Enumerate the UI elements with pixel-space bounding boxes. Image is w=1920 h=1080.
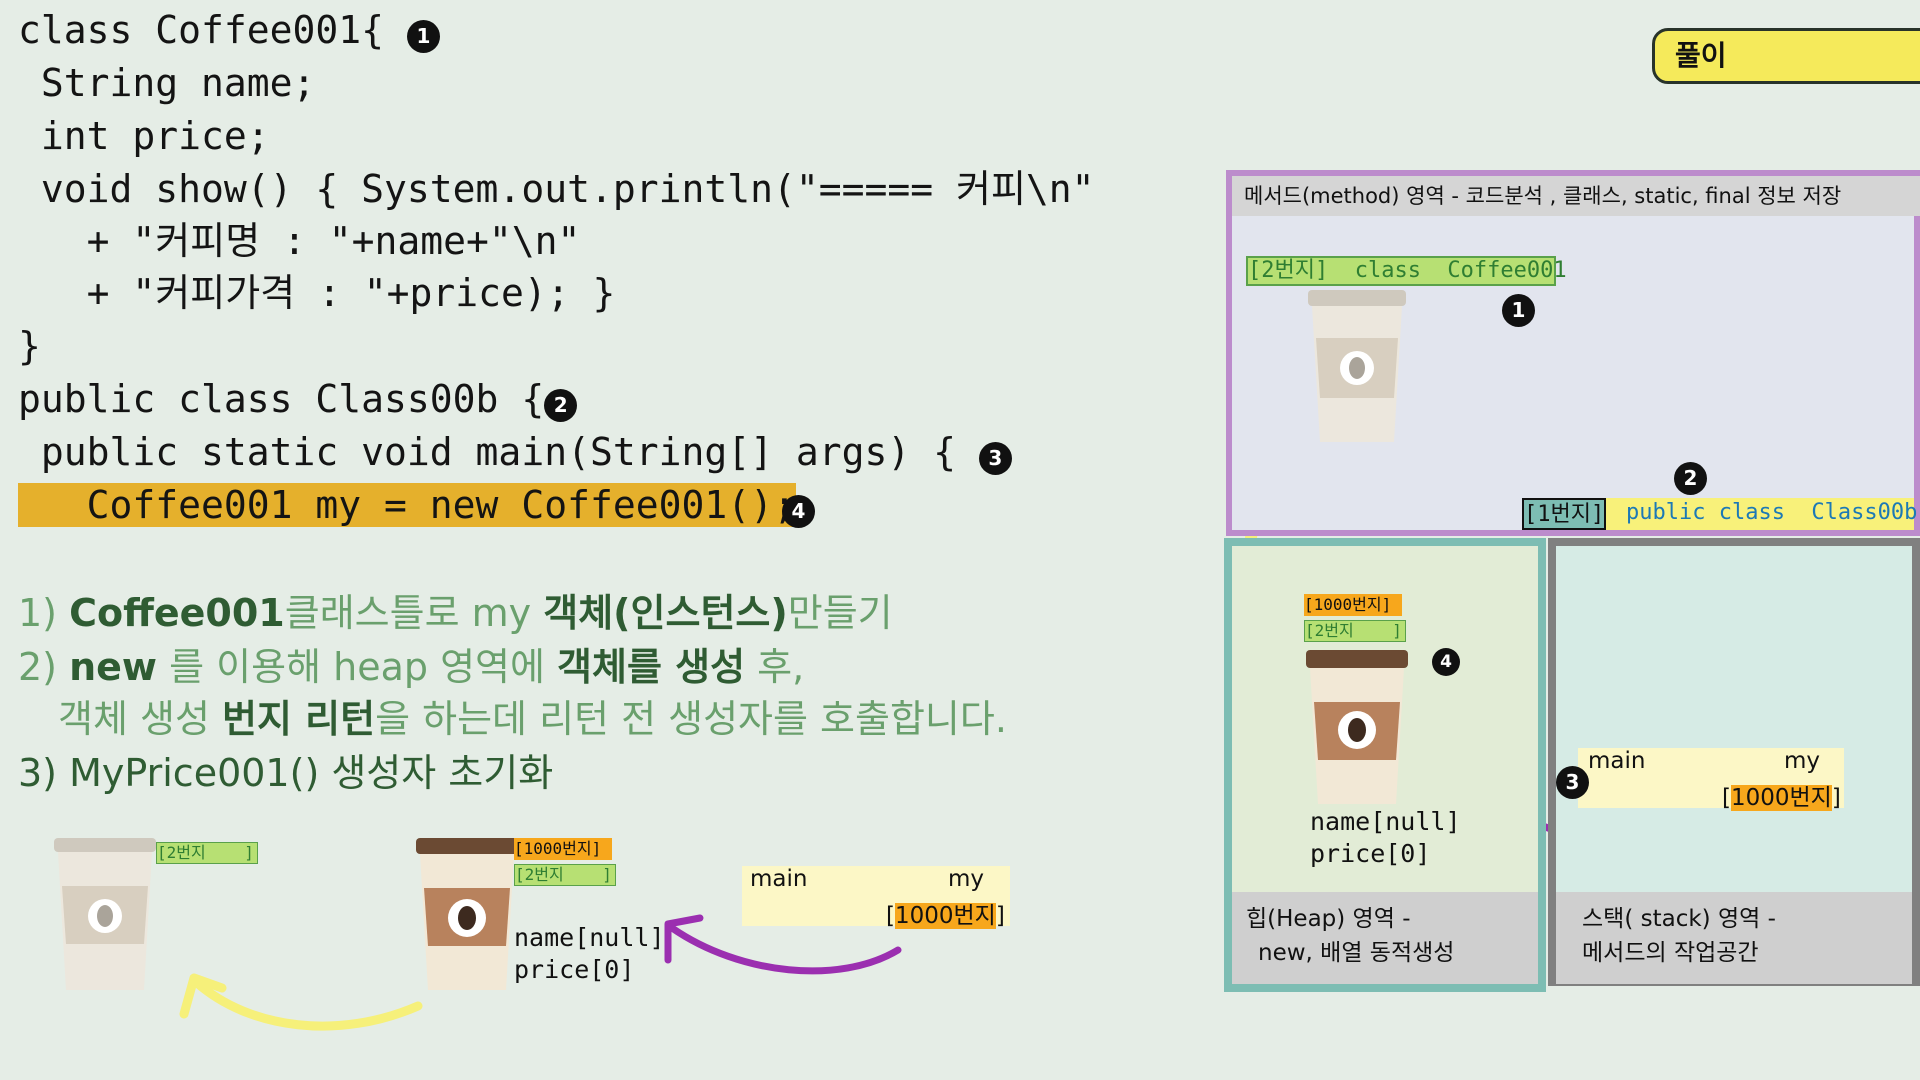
main-address-tag: [1번지]: [1522, 498, 1606, 530]
heap-fields: name[null] price[0]: [1310, 806, 1461, 870]
method-class-tag: [2번지] class Coffee001: [1246, 256, 1567, 286]
heap-area-footer: 힙(Heap) 영역 - new, 배열 동적생성: [1232, 892, 1538, 984]
stack-var-address: [1000번지]: [1722, 785, 1841, 811]
heap-class-tag: [2번지 ]: [1304, 620, 1406, 642]
heap-footer-line-1: 힙(Heap) 영역 -: [1246, 906, 1411, 932]
heap-footer-line-2: new, 배열 동적생성: [1258, 940, 1455, 966]
field-price: price[0]: [1310, 839, 1431, 868]
method-marker-2: 2: [1674, 462, 1707, 495]
stack-var-main: main: [1588, 748, 1646, 774]
coffee-cup-faded-icon: [1308, 290, 1406, 442]
method-area-header: 메서드(method) 영역 - 코드분석 , 클래스, static, fin…: [1232, 176, 1920, 216]
method-marker-1: 1: [1502, 294, 1535, 327]
field-name: name[null]: [1310, 807, 1461, 836]
heap-marker-4: 4: [1432, 648, 1460, 676]
stack-area-footer: 스택( stack) 영역 - 메서드의 작업공간: [1556, 892, 1912, 984]
coffee-cup-icon: [1306, 650, 1408, 804]
heap-address-tag: [1000번지]: [1304, 594, 1402, 616]
main-class-label: public class Class00b: [1606, 498, 1917, 530]
stack-var-my: my: [1784, 748, 1821, 774]
stack-footer-line-1: 스택( stack) 영역 -: [1582, 906, 1776, 932]
stack-marker-3: 3: [1556, 766, 1589, 799]
stack-footer-line-2: 메서드의 작업공간: [1582, 940, 1759, 966]
